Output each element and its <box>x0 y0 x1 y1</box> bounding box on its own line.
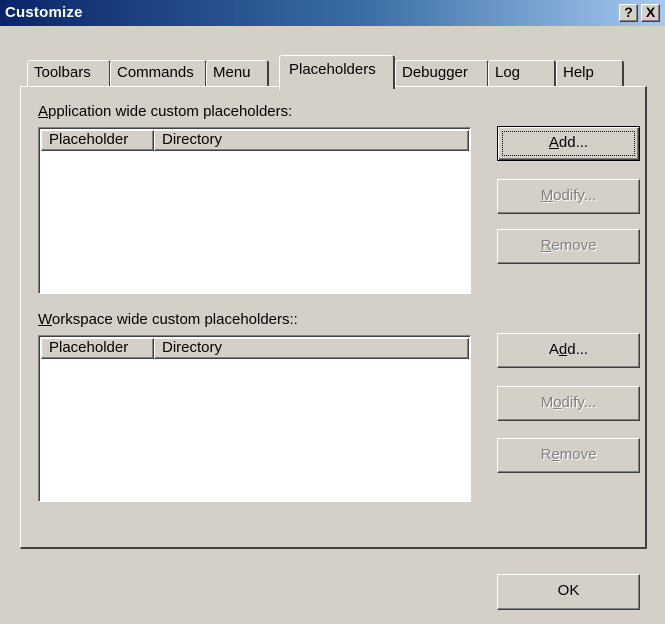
tab-help[interactable]: Help <box>556 60 624 86</box>
button-mnemonic: d <box>558 341 568 358</box>
label-mnemonic: W <box>38 311 52 328</box>
label-text: orkspace wide custom placeholders:: <box>51 311 298 328</box>
ok-button[interactable]: OK <box>497 574 640 610</box>
workspace-placeholders-list[interactable]: Placeholder Directory <box>38 335 471 502</box>
button-label: emove <box>551 237 597 254</box>
tab-menu[interactable]: Menu <box>206 60 269 86</box>
label-mnemonic: A <box>38 103 49 120</box>
application-add-button[interactable]: Add... <box>497 126 640 161</box>
button-label-start: R <box>540 446 552 463</box>
tab-placeholders[interactable]: Placeholders <box>279 55 395 89</box>
tab-toolbars[interactable]: Toolbars <box>27 60 111 86</box>
button-label: dify... <box>561 394 597 411</box>
customize-dialog: Customize ? X Toolbars Commands Menu Pla… <box>0 0 665 624</box>
tab-strip: Toolbars Commands Menu Placeholders Debu… <box>0 0 665 89</box>
button-label: move <box>559 446 597 463</box>
workspace-modify-button[interactable]: Modify... <box>497 386 640 421</box>
workspace-remove-button[interactable]: Remove <box>497 438 640 473</box>
button-label: OK <box>557 582 580 599</box>
tab-debugger[interactable]: Debugger <box>395 60 489 86</box>
button-mnemonic: o <box>553 394 562 411</box>
tab-log[interactable]: Log <box>488 60 556 86</box>
button-mnemonic: M <box>540 187 554 204</box>
column-header-directory[interactable]: Directory <box>154 130 469 151</box>
list-header: Placeholder Directory <box>41 338 469 359</box>
placeholders-tab-page: Application wide custom placeholders: Pl… <box>20 86 647 549</box>
button-label-start: A <box>548 341 559 358</box>
label-text: pplication wide custom placeholders: <box>48 103 293 120</box>
workspace-add-button[interactable]: Add... <box>497 333 640 368</box>
button-label: odify... <box>553 187 597 204</box>
application-remove-button[interactable]: Remove <box>497 229 640 264</box>
button-mnemonic: A <box>548 134 559 151</box>
button-mnemonic: e <box>551 446 560 463</box>
button-label: d... <box>567 341 589 358</box>
tab-commands[interactable]: Commands <box>110 60 207 86</box>
button-label: dd... <box>558 134 589 151</box>
column-header-placeholder[interactable]: Placeholder <box>41 130 154 151</box>
application-placeholders-label: Application wide custom placeholders: <box>38 103 292 120</box>
application-placeholders-list[interactable]: Placeholder Directory <box>38 127 471 294</box>
column-header-directory[interactable]: Directory <box>154 338 469 359</box>
column-header-placeholder[interactable]: Placeholder <box>41 338 154 359</box>
button-mnemonic: R <box>540 237 552 254</box>
button-label-start: M <box>540 394 554 411</box>
list-header: Placeholder Directory <box>41 130 469 151</box>
application-modify-button[interactable]: Modify... <box>497 179 640 214</box>
workspace-placeholders-label: Workspace wide custom placeholders:: <box>38 311 298 328</box>
